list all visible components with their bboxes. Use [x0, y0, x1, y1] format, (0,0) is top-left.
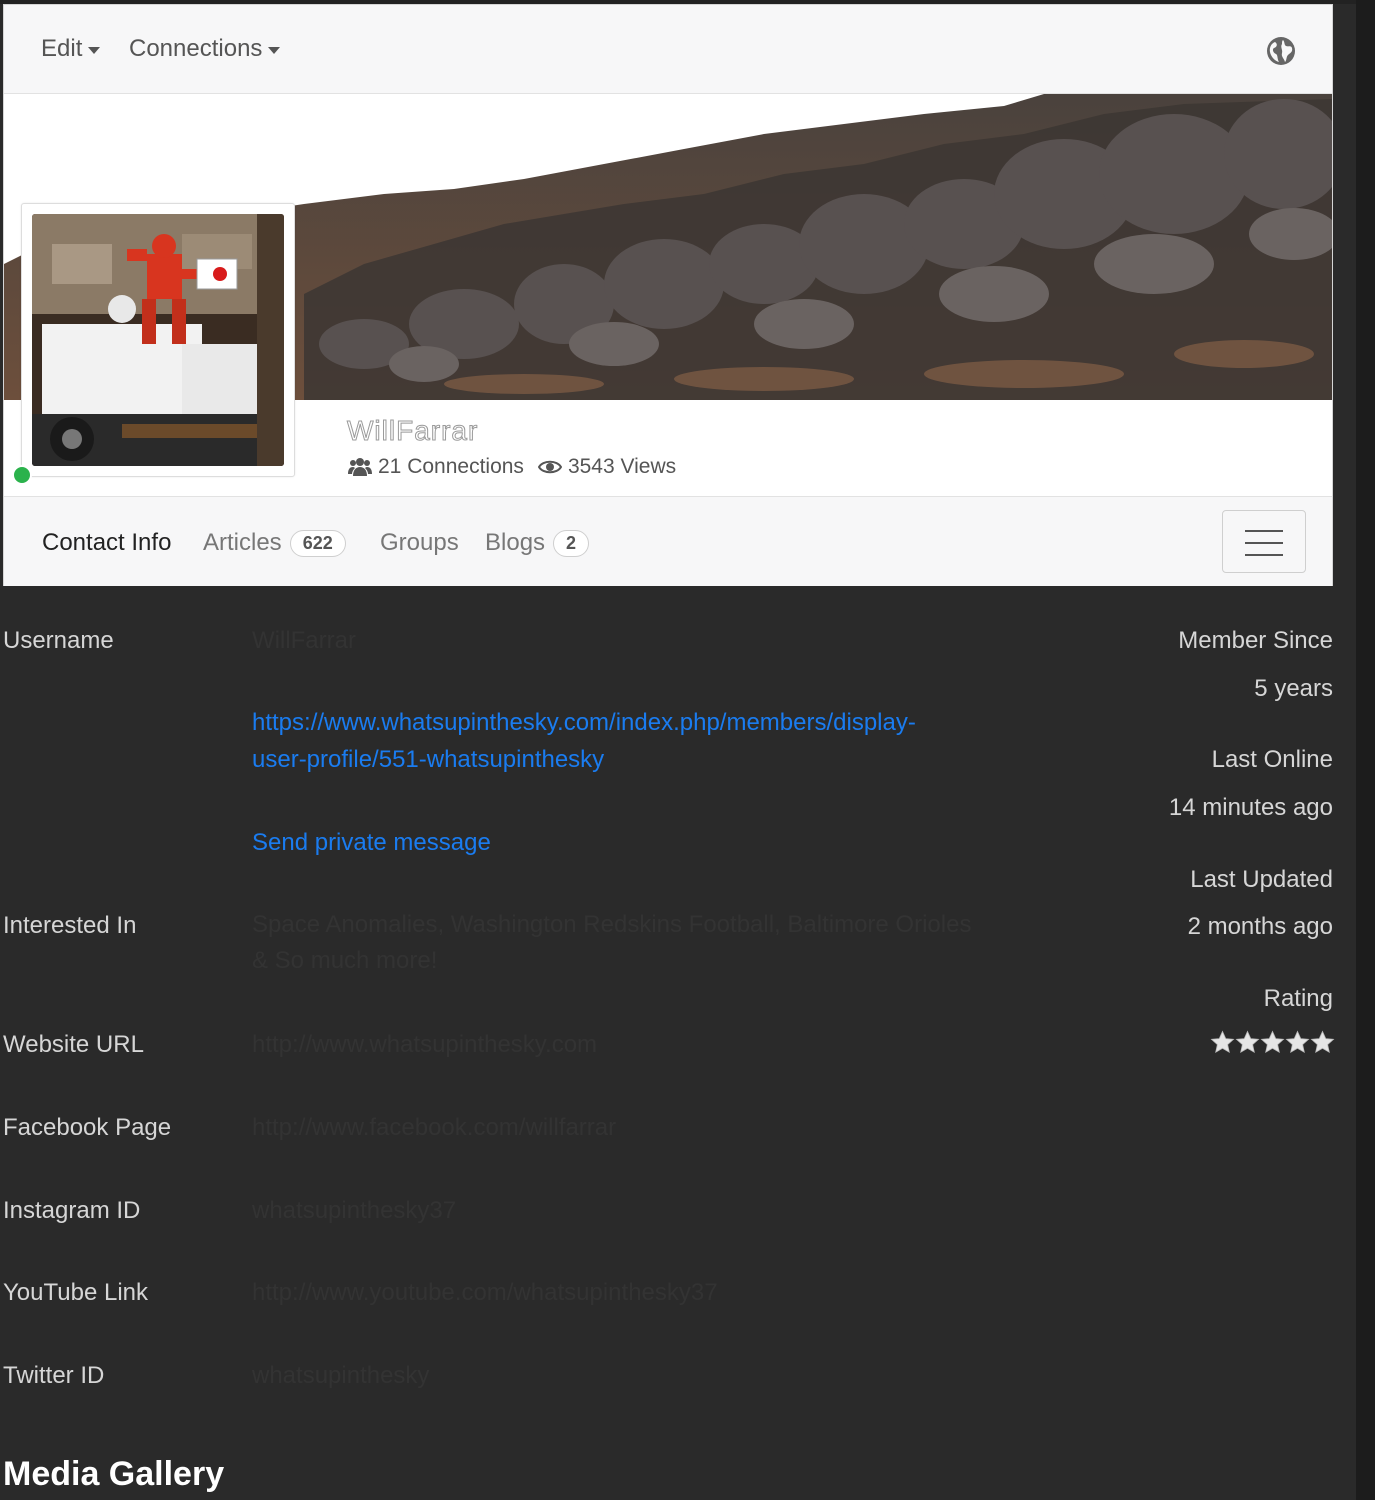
last-updated-value: 2 months ago — [1187, 913, 1333, 940]
media-gallery-heading: Media Gallery — [3, 1455, 225, 1493]
tab-contact-info-label: Contact Info — [42, 529, 172, 556]
instagram-id-label: Instagram ID — [3, 1197, 141, 1224]
profile-url-line-2: user-profile/551-whatsupinthesky — [252, 746, 605, 773]
username-label: Username — [3, 627, 114, 654]
last-online-label: Last Online — [1211, 746, 1333, 773]
profile-url-line-1: https://www.whatsupinthesky.com/index.ph… — [252, 709, 916, 736]
website-url-label: Website URL — [3, 1031, 144, 1058]
twitter-id-label: Twitter ID — [3, 1362, 105, 1389]
hamburger-icon-line — [1245, 554, 1283, 556]
views-count: 3543 Views — [567, 455, 677, 478]
online-status-indicator — [12, 465, 32, 485]
profile-stats: 21 Connections 3543 Views — [348, 455, 676, 479]
menu-toggle-button[interactable] — [1222, 510, 1306, 573]
scrollbar-track[interactable] — [1356, 0, 1375, 1500]
profile-card: Edit Connections WillFarrar 21 Connectio… — [3, 4, 1333, 586]
twitter-id-value: whatsupinthesky — [252, 1362, 430, 1389]
youtube-link-value[interactable]: http://www.youtube.com/whatsupinthesky37 — [252, 1279, 718, 1307]
tab-groups-label: Groups — [380, 529, 459, 556]
connections-menu-label: Connections — [129, 35, 263, 62]
star-icon — [1235, 1030, 1260, 1054]
star-icon — [1260, 1030, 1285, 1054]
tab-groups[interactable]: Groups — [380, 529, 459, 557]
rating-stars — [1210, 1030, 1335, 1055]
profile-avatar[interactable] — [21, 203, 295, 477]
youtube-link-label: YouTube Link — [3, 1279, 149, 1306]
website-url-value[interactable]: http://www.whatsupinthesky.com — [252, 1031, 597, 1059]
last-online-value: 14 minutes ago — [1168, 794, 1333, 821]
edit-menu-label: Edit — [41, 35, 83, 62]
connections-count[interactable]: 21 Connections — [378, 455, 524, 479]
facebook-page-label: Facebook Page — [3, 1114, 172, 1141]
tab-blogs[interactable]: Blogs 2 — [485, 529, 590, 557]
profile-url-link[interactable]: https://www.whatsupinthesky.com/index.ph… — [252, 704, 916, 778]
tab-articles[interactable]: Articles 622 — [203, 529, 346, 557]
interested-in-value: Space Anomalies, Washington Redskins Foo… — [252, 907, 971, 979]
globe-icon[interactable] — [1266, 36, 1296, 66]
profile-name: WillFarrar — [346, 415, 479, 447]
connections-menu[interactable]: Connections — [129, 35, 281, 63]
tab-blogs-label: Blogs — [485, 529, 546, 556]
articles-count-badge: 622 — [289, 529, 346, 557]
last-updated-label: Last Updated — [1190, 866, 1333, 893]
interested-in-line-2: & So much more! — [252, 947, 438, 974]
interested-in-label: Interested In — [3, 912, 137, 939]
send-private-message-link[interactable]: Send private message — [252, 824, 491, 861]
chevron-down-icon — [268, 46, 281, 54]
interested-in-line-1: Space Anomalies, Washington Redskins Foo… — [252, 911, 972, 938]
star-icon — [1210, 1030, 1235, 1054]
member-since-value: 5 years — [1254, 675, 1333, 702]
profile-tabs: Contact Info Articles 622 Groups Blogs 2 — [4, 496, 1332, 586]
hamburger-icon-line — [1245, 542, 1283, 544]
eye-icon — [537, 460, 562, 474]
rating-label: Rating — [1263, 985, 1333, 1012]
star-icon — [1310, 1030, 1335, 1054]
blogs-count-badge: 2 — [553, 529, 590, 557]
chevron-down-icon — [88, 46, 101, 54]
instagram-id-value: whatsupinthesky37 — [252, 1197, 457, 1224]
profile-toolbar: Edit Connections — [4, 5, 1332, 94]
tab-contact-info[interactable]: Contact Info — [42, 529, 171, 557]
avatar-image — [32, 214, 284, 466]
member-since-label: Member Since — [1178, 627, 1333, 654]
star-icon — [1285, 1030, 1310, 1054]
username-value: WillFarrar — [252, 627, 356, 654]
edit-menu[interactable]: Edit — [41, 35, 101, 63]
tab-articles-label: Articles — [203, 529, 282, 556]
hamburger-icon — [1245, 530, 1283, 532]
facebook-page-value[interactable]: http://www.facebook.com/willfarrar — [252, 1114, 616, 1142]
users-icon — [348, 458, 372, 476]
